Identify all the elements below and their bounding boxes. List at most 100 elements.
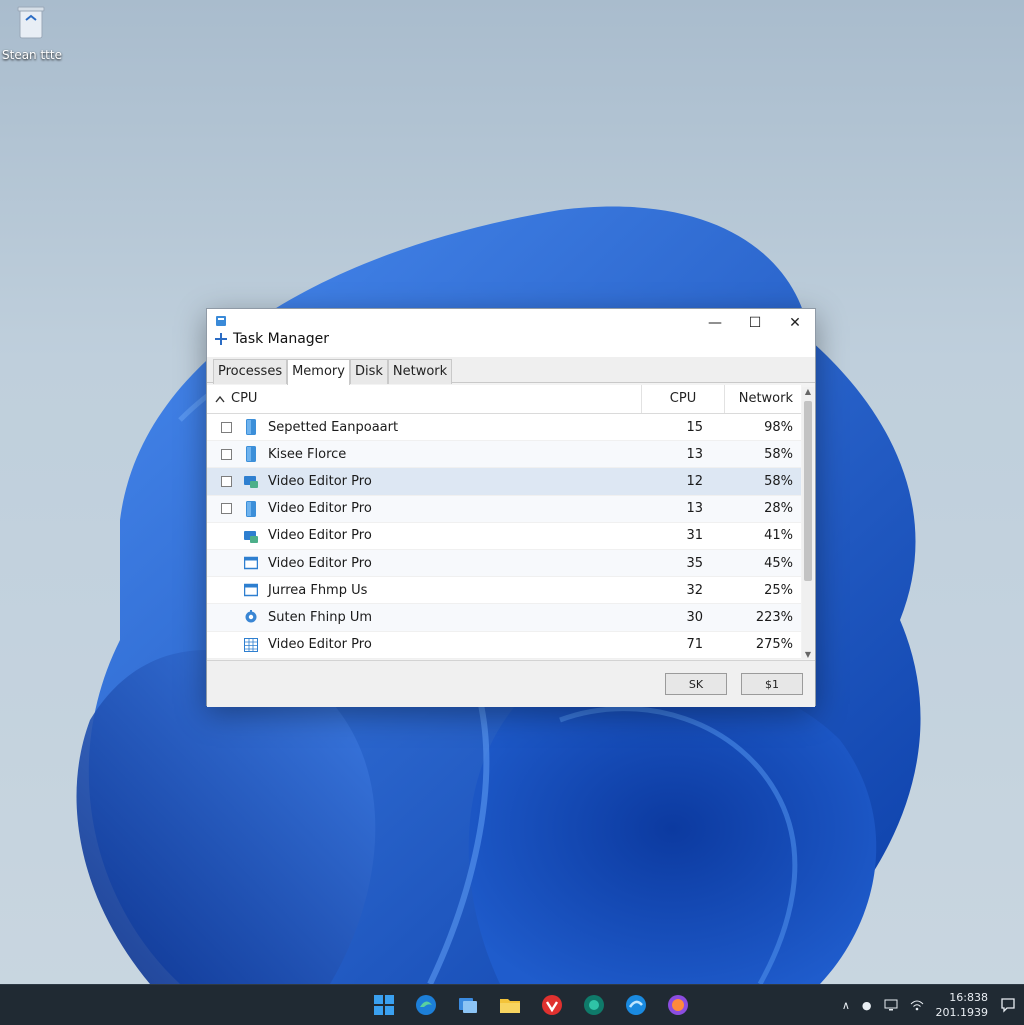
window-icon (244, 582, 258, 598)
process-name: Sepetted Eanpoaart (268, 420, 398, 435)
process-name: Video Editor Pro (268, 474, 372, 489)
chevron-up-tray-icon[interactable]: ∧ (842, 999, 850, 1012)
table-row[interactable]: Video Editor Pro 1258% (207, 468, 801, 495)
table-row[interactable]: Jurrea Fhmp Us 3225% (207, 577, 801, 604)
system-tray: ∧ ● 16:838 201.1939 (842, 985, 1016, 1025)
tab-network[interactable]: Network (388, 359, 452, 384)
table-row[interactable]: Video Editor Pro 71275% (207, 632, 801, 659)
window-footer: SK $1 (207, 660, 815, 707)
chevron-up-icon[interactable] (215, 395, 225, 403)
cell-process-name: Suten Fhinp Um (207, 609, 642, 625)
title-bar[interactable]: Task Manager — ☐ ✕ (207, 309, 815, 357)
edge-icon[interactable] (414, 993, 438, 1017)
footer-secondary-button[interactable]: $1 (741, 673, 803, 695)
app-blue-icon (244, 446, 258, 462)
notification-icon[interactable] (1000, 997, 1016, 1013)
cell-network: 58% (725, 474, 801, 489)
tab-strip: Processes Memory Disk Network (207, 357, 815, 383)
footer-primary-button[interactable]: SK (665, 673, 727, 695)
edge-beta-icon[interactable] (624, 993, 648, 1017)
desktop-recycle-bin[interactable]: Stean ttte (2, 4, 60, 62)
maximize-button[interactable]: ☐ (735, 309, 775, 337)
row-checkbox[interactable] (221, 476, 232, 487)
cell-cpu: 71 (642, 637, 725, 652)
tab-processes[interactable]: Processes (213, 359, 287, 384)
scroll-up-arrow-icon[interactable]: ▲ (802, 387, 814, 396)
taskbar: ∧ ● 16:838 201.1939 (0, 984, 1024, 1025)
table-row[interactable]: Video Editor Pro1328% (207, 496, 801, 523)
process-table: CPU CPU Network Sepetted Eanpoaart1598%K… (207, 385, 801, 659)
process-name: Video Editor Pro (268, 528, 372, 543)
network-icon[interactable] (910, 999, 924, 1011)
tab-memory[interactable]: Memory (287, 359, 350, 385)
plus-icon (215, 333, 227, 345)
cell-cpu: 13 (642, 447, 725, 462)
close-icon: ✕ (789, 315, 801, 331)
process-name: Jurrea Fhmp Us (268, 583, 367, 598)
cell-process-name: Video Editor Pro (207, 637, 642, 653)
cell-cpu: 31 (642, 528, 725, 543)
cell-cpu: 15 (642, 420, 725, 435)
scroll-down-arrow-icon[interactable]: ▼ (802, 650, 814, 659)
process-name: Video Editor Pro (268, 637, 372, 652)
table-row[interactable]: Kisee Florce 1358% (207, 441, 801, 468)
gear-icon (244, 609, 258, 625)
row-checkbox[interactable] (221, 449, 232, 460)
row-checkbox (221, 558, 232, 569)
cell-network: 41% (725, 528, 801, 543)
cell-process-name: Jurrea Fhmp Us (207, 582, 642, 598)
tab-disk[interactable]: Disk (350, 359, 388, 384)
recycle-bin-icon (16, 4, 46, 40)
process-name: Video Editor Pro (268, 501, 372, 516)
cell-network: 25% (725, 583, 801, 598)
row-checkbox (221, 530, 232, 541)
vertical-scrollbar[interactable]: ▲ ▼ (802, 387, 814, 659)
firefox-icon[interactable] (666, 993, 690, 1017)
dot-indicator-icon: ● (862, 999, 872, 1012)
cell-process-name: Kisee Florce (207, 446, 642, 462)
scrollbar-thumb[interactable] (804, 401, 812, 581)
vivaldi-icon[interactable] (540, 993, 564, 1017)
row-checkbox (221, 639, 232, 650)
maximize-icon: ☐ (749, 315, 762, 331)
clock[interactable]: 16:838 201.1939 (936, 990, 989, 1020)
video-editor-icon (244, 528, 258, 544)
grid-icon (244, 637, 258, 653)
table-body: Sepetted Eanpoaart1598%Kisee Florce1358%… (207, 414, 801, 659)
minimize-icon: — (708, 315, 722, 331)
column-header-name-label: CPU (231, 385, 257, 413)
cell-cpu: 12 (642, 474, 725, 489)
row-checkbox[interactable] (221, 503, 232, 514)
table-row[interactable]: Sepetted Eanpoaart1598% (207, 414, 801, 441)
clock-time: 16:838 (936, 990, 989, 1005)
column-header-network[interactable]: Network (725, 385, 801, 413)
app-blue-icon (244, 501, 258, 517)
row-checkbox[interactable] (221, 422, 232, 433)
cell-process-name: Video Editor Pro (207, 473, 642, 489)
cell-process-name: Video Editor Pro (207, 528, 642, 544)
file-explorer-icon[interactable] (498, 993, 522, 1017)
process-name: Kisee Florce (268, 447, 346, 462)
process-name: Video Editor Pro (268, 556, 372, 571)
table-row[interactable]: Video Editor Pro 3141% (207, 523, 801, 550)
window-title: Task Manager (233, 331, 329, 347)
edge-dev-icon[interactable] (582, 993, 606, 1017)
task-manager-window: Task Manager — ☐ ✕ Processes Memory Disk… (206, 308, 816, 706)
cell-network: 58% (725, 447, 801, 462)
app-blue-icon (244, 419, 258, 435)
cell-cpu: 32 (642, 583, 725, 598)
table-row[interactable]: Suten Fhinp Um30223% (207, 604, 801, 631)
monitor-icon[interactable] (884, 999, 898, 1011)
close-button[interactable]: ✕ (775, 309, 815, 337)
windows-start-icon[interactable] (372, 993, 396, 1017)
table-header: CPU CPU Network (207, 385, 801, 414)
clock-date: 201.1939 (936, 1005, 989, 1020)
row-checkbox (221, 585, 232, 596)
table-row[interactable]: Video Editor Pro3545% (207, 550, 801, 577)
cell-network: 223% (725, 610, 801, 625)
cell-network: 275% (725, 637, 801, 652)
column-header-cpu[interactable]: CPU (642, 385, 725, 413)
minimize-button[interactable]: — (695, 309, 735, 337)
task-view-icon[interactable] (456, 993, 480, 1017)
column-header-name[interactable]: CPU (207, 385, 642, 413)
